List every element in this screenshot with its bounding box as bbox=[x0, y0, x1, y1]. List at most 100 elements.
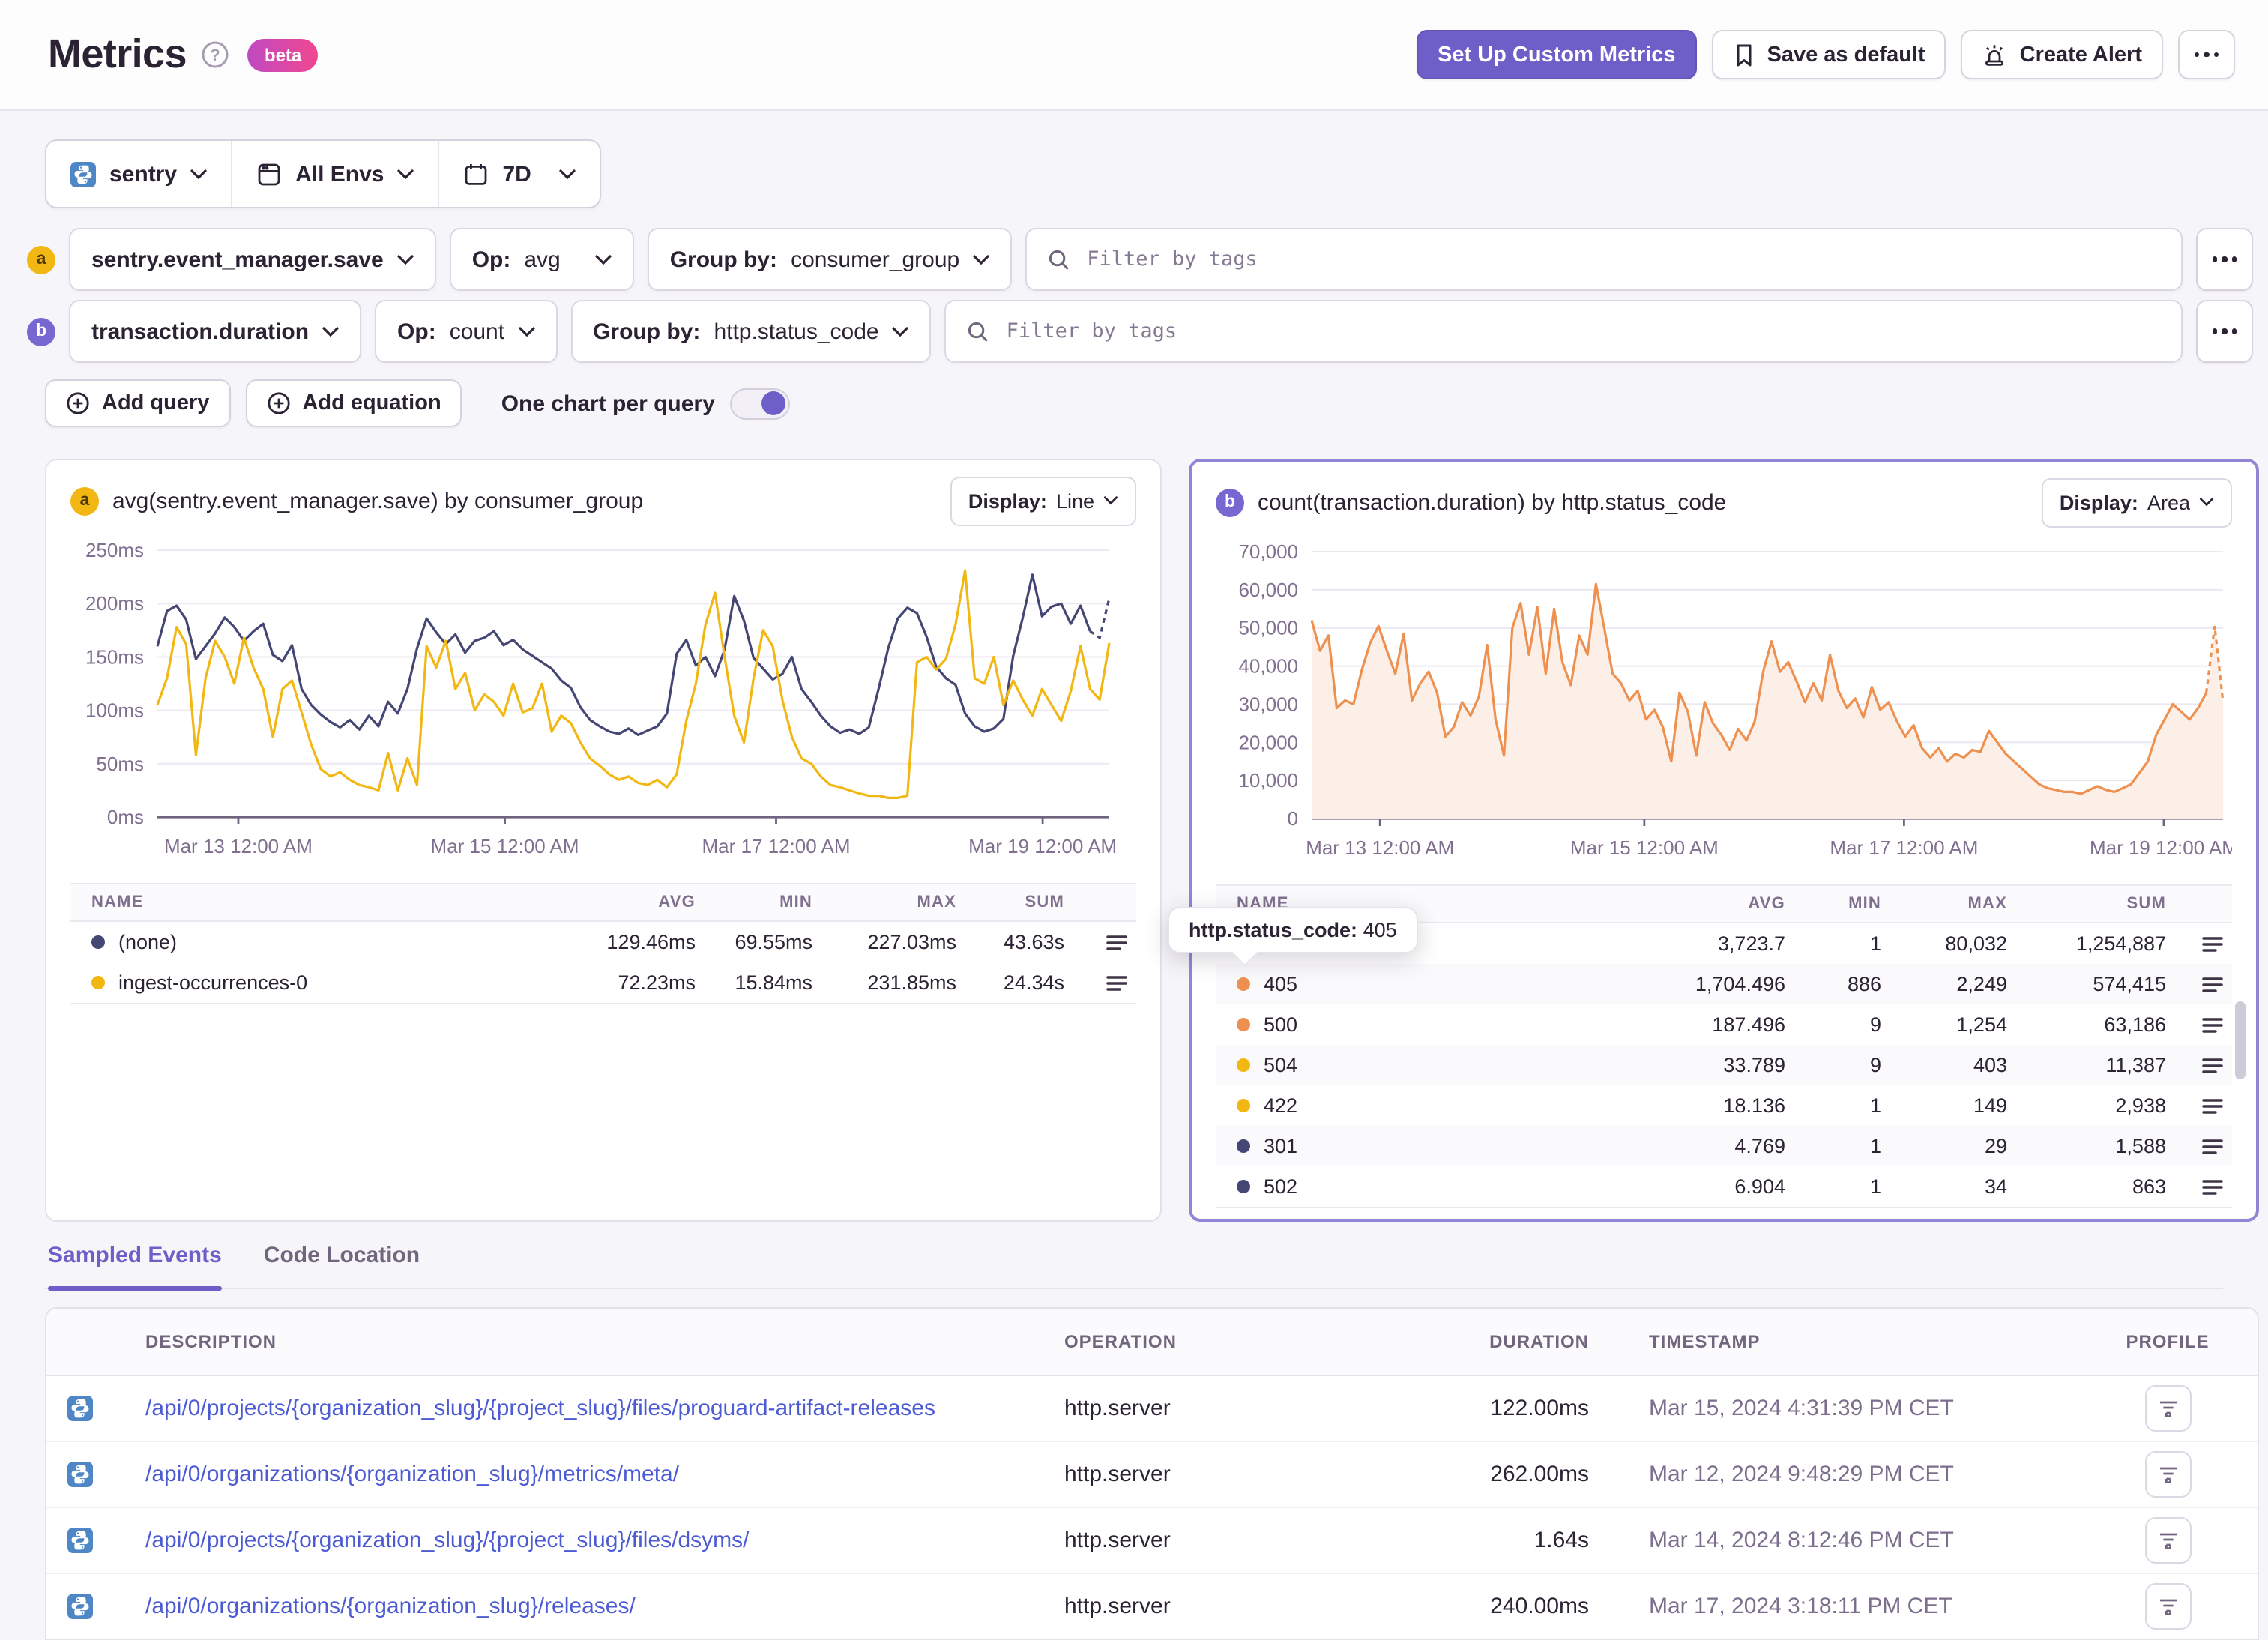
svg-text:Mar 13 12:00 AM: Mar 13 12:00 AM bbox=[1306, 836, 1454, 859]
legend-scrollbar[interactable] bbox=[2235, 1001, 2246, 1079]
series-sum: 1,588 bbox=[2115, 1135, 2166, 1157]
tag-filter-input-a[interactable] bbox=[1084, 246, 2160, 273]
legend-menu-icon[interactable] bbox=[1106, 933, 1127, 951]
profile-button[interactable] bbox=[2144, 1451, 2191, 1498]
sampled-events-table: DESCRIPTION OPERATION DURATION TIMESTAMP… bbox=[45, 1307, 2259, 1640]
event-row: /api/0/projects/{organization_slug}/{pro… bbox=[46, 1508, 2258, 1574]
bookmark-icon bbox=[1733, 43, 1755, 67]
profile-button[interactable] bbox=[2144, 1517, 2191, 1564]
series-sum: 2,938 bbox=[2115, 1094, 2166, 1117]
query-more-button-a[interactable] bbox=[2196, 228, 2253, 291]
project-selector[interactable]: sentry bbox=[46, 141, 231, 207]
python-project-icon bbox=[70, 161, 96, 187]
tab-sampled-events[interactable]: Sampled Events bbox=[48, 1243, 222, 1291]
series-max: 2,249 bbox=[1956, 973, 2007, 995]
series-max: 149 bbox=[1973, 1094, 2007, 1117]
legend-row[interactable]: 502 6.904 1 34 863 bbox=[1216, 1166, 2232, 1207]
legend-row[interactable]: 504 33.789 9 403 11,387 bbox=[1216, 1045, 2232, 1085]
svg-text:20,000: 20,000 bbox=[1238, 731, 1298, 753]
legend-row[interactable]: 301 4.769 1 29 1,588 bbox=[1216, 1126, 2232, 1166]
legend-menu-icon[interactable] bbox=[2202, 1016, 2223, 1034]
query-actions-row: Add query Add equation One chart per que… bbox=[45, 379, 2268, 427]
event-description-link[interactable]: /api/0/organizations/{organization_slug}… bbox=[145, 1462, 1064, 1487]
legend-menu-icon[interactable] bbox=[2202, 1137, 2223, 1155]
add-query-button[interactable]: Add query bbox=[45, 379, 231, 427]
one-chart-per-query-label: One chart per query bbox=[501, 391, 715, 416]
python-platform-icon bbox=[67, 1396, 93, 1421]
legend-row[interactable]: ingest-occurrences-0 72.23ms 15.84ms 231.85… bbox=[70, 962, 1136, 1003]
legend-row[interactable]: (none) 129.46ms 69.55ms 227.03ms 43.63s bbox=[70, 922, 1136, 962]
chevron-down-icon bbox=[973, 254, 989, 265]
svg-text:50ms: 50ms bbox=[96, 753, 144, 775]
line-chart-a[interactable]: 0ms 50ms 100ms 150ms 200ms 250ms Mar 13 12:00 … bbox=[70, 532, 1136, 865]
series-max: 80,032 bbox=[1945, 932, 2007, 955]
series-max: 403 bbox=[1973, 1054, 2007, 1076]
profile-icon bbox=[2159, 1466, 2176, 1483]
svg-text:10,000: 10,000 bbox=[1238, 769, 1298, 792]
groupby-select-b[interactable]: Group by: http.status_code bbox=[570, 300, 932, 363]
series-max: 34 bbox=[1984, 1175, 2007, 1198]
op-select-b[interactable]: Op: count bbox=[375, 300, 558, 363]
tab-code-location[interactable]: Code Location bbox=[264, 1243, 420, 1288]
legend-menu-icon[interactable] bbox=[1106, 974, 1127, 992]
series-name: 422 bbox=[1264, 1094, 1298, 1117]
groupby-select-a[interactable]: Group by: consumer_group bbox=[647, 228, 1013, 291]
metric-select-a[interactable]: sentry.event_manager.save bbox=[69, 228, 436, 291]
metric-select-b[interactable]: transaction.duration bbox=[69, 300, 362, 363]
legend-row[interactable]: 422 18.136 1 149 2,938 bbox=[1216, 1085, 2232, 1126]
display-select-b[interactable]: Display: Area bbox=[2041, 477, 2232, 527]
svg-text:150ms: 150ms bbox=[85, 645, 144, 668]
tag-filter-a[interactable] bbox=[1025, 228, 2183, 291]
setup-custom-metrics-button[interactable]: Set Up Custom Metrics bbox=[1417, 30, 1697, 79]
help-icon[interactable]: ? bbox=[202, 40, 230, 69]
event-operation: http.server bbox=[1064, 1462, 1171, 1487]
legend-menu-icon[interactable] bbox=[2202, 935, 2223, 953]
add-equation-button[interactable]: Add equation bbox=[245, 379, 462, 427]
series-color-dot bbox=[1237, 1058, 1250, 1072]
series-avg: 187.496 bbox=[1712, 1013, 1785, 1036]
series-color-dot bbox=[1237, 1018, 1250, 1031]
chevron-down-icon bbox=[2199, 498, 2214, 507]
display-select-a[interactable]: Display: Line bbox=[950, 476, 1136, 525]
one-chart-per-query-toggle[interactable] bbox=[729, 388, 790, 419]
chevron-down-icon bbox=[397, 254, 414, 265]
profile-button[interactable] bbox=[2144, 1583, 2191, 1630]
legend-menu-icon[interactable] bbox=[2202, 1097, 2223, 1115]
series-color-dot bbox=[1237, 1139, 1250, 1153]
event-operation: http.server bbox=[1064, 1528, 1171, 1553]
chevron-down-icon bbox=[892, 326, 909, 337]
chart-title-a: avg(sentry.event_manager.save) by consum… bbox=[112, 488, 644, 513]
create-alert-button[interactable]: Create Alert bbox=[1961, 30, 2163, 79]
profile-button[interactable] bbox=[2144, 1385, 2191, 1432]
event-timestamp: Mar 17, 2024 3:18:11 PM CET bbox=[1649, 1594, 1952, 1619]
query-more-button-b[interactable] bbox=[2196, 300, 2253, 363]
legend-menu-icon[interactable] bbox=[2202, 1056, 2223, 1074]
legend-menu-icon[interactable] bbox=[2202, 1178, 2223, 1196]
chevron-down-icon bbox=[322, 326, 339, 337]
op-select-a[interactable]: Op: avg bbox=[449, 228, 634, 291]
event-description-link[interactable]: /api/0/organizations/{organization_slug}… bbox=[145, 1594, 1064, 1619]
tag-filter-b[interactable] bbox=[944, 300, 2183, 363]
tag-filter-input-b[interactable] bbox=[1003, 318, 2160, 345]
series-avg: 4.769 bbox=[1734, 1135, 1785, 1157]
legend-menu-icon[interactable] bbox=[2202, 975, 2223, 993]
profile-icon bbox=[2159, 1598, 2176, 1615]
series-min: 9 bbox=[1869, 1054, 1881, 1076]
legend-row[interactable]: 405 1,704.496 886 2,249 574,415 bbox=[1216, 964, 2232, 1004]
save-as-default-button[interactable]: Save as default bbox=[1711, 30, 1946, 79]
event-description-link[interactable]: /api/0/projects/{organization_slug}/{pro… bbox=[145, 1528, 1064, 1553]
environment-selector[interactable]: All Envs bbox=[231, 141, 438, 207]
area-chart-b[interactable]: 0 10,000 20,000 30,000 40,000 50,000 60,000 70,… bbox=[1216, 534, 2232, 866]
chart-card-b: b count(transaction.duration) by http.st… bbox=[1168, 459, 2259, 1222]
more-options-button[interactable] bbox=[2178, 30, 2235, 79]
event-platform-icon bbox=[67, 1528, 145, 1553]
series-name: 301 bbox=[1264, 1135, 1298, 1157]
legend-row[interactable]: 500 187.496 9 1,254 63,186 bbox=[1216, 1004, 2232, 1045]
time-range-selector[interactable]: 7D bbox=[438, 141, 600, 207]
chart-header-a: a avg(sentry.event_manager.save) by cons… bbox=[70, 476, 1136, 525]
query-badge-b: b bbox=[27, 317, 55, 346]
series-name: 500 bbox=[1264, 1013, 1298, 1036]
event-description-link[interactable]: /api/0/projects/{organization_slug}/{pro… bbox=[145, 1396, 1064, 1421]
svg-text:60,000: 60,000 bbox=[1238, 579, 1298, 601]
series-color-dot bbox=[1237, 1099, 1250, 1112]
